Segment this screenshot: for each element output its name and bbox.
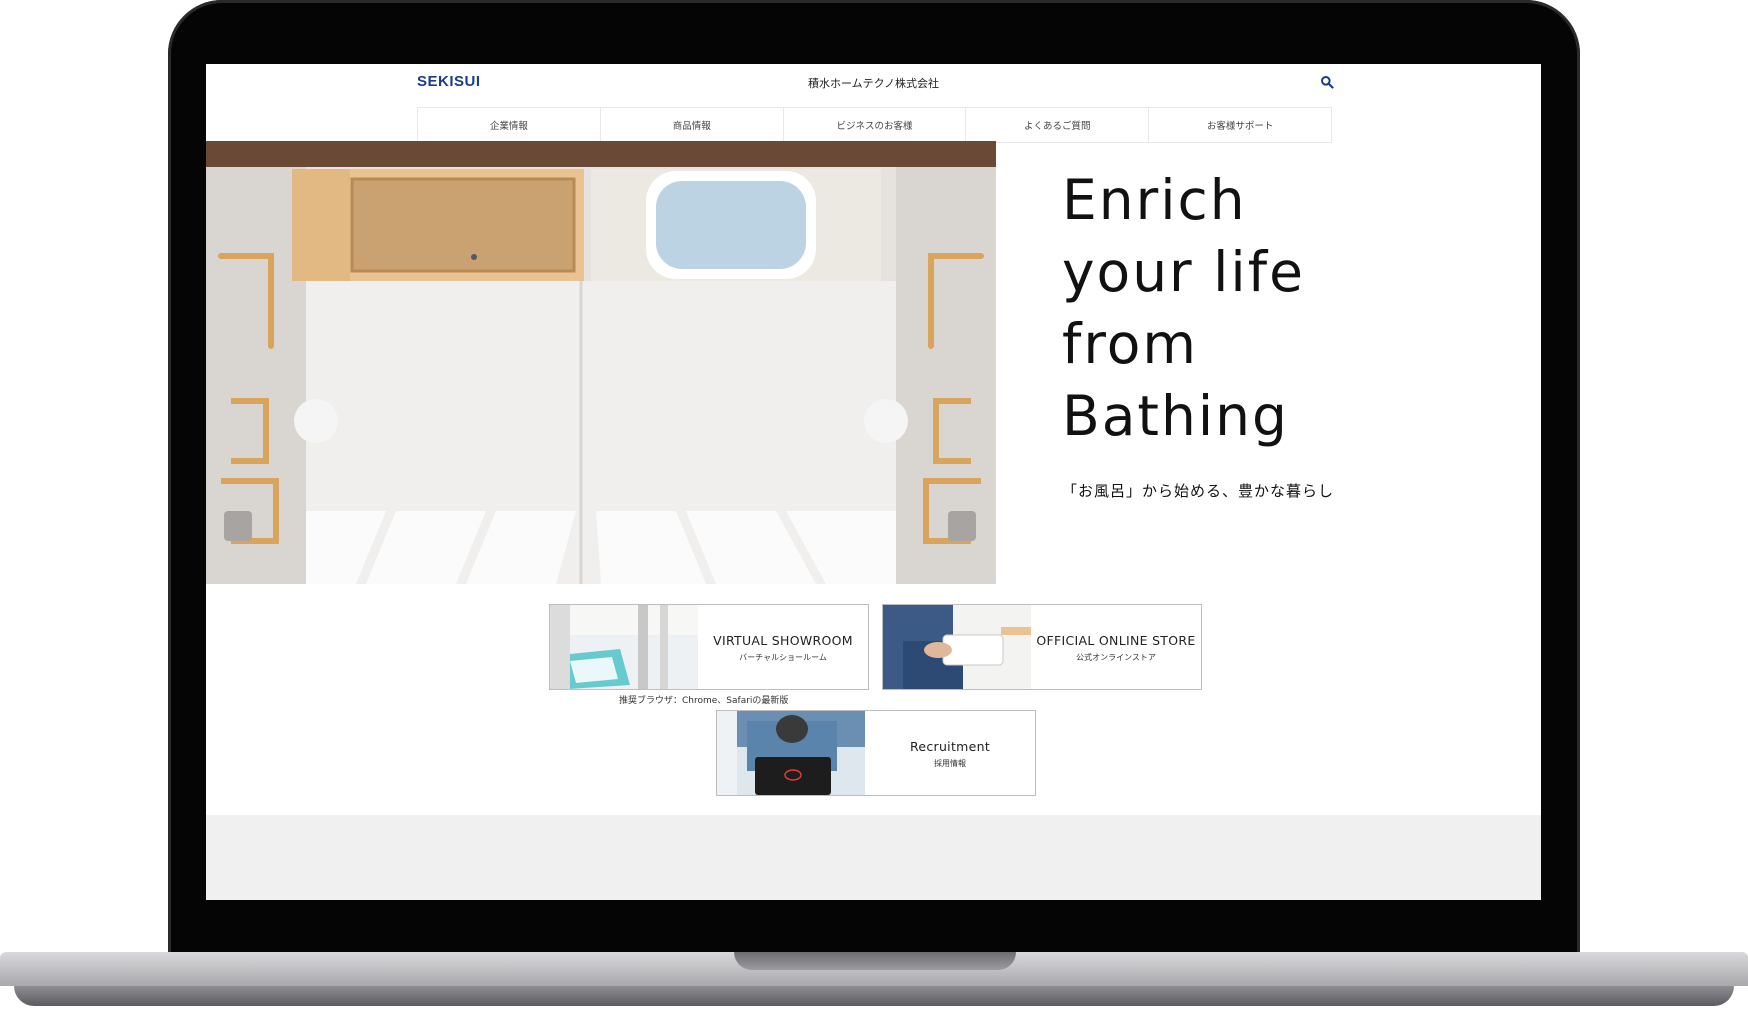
hero-headline: Enrich your life from Bathing <box>1062 168 1305 448</box>
recruitment-banner[interactable]: Recruitment 採用情報 <box>716 710 1036 796</box>
nav-item-products[interactable]: 商品情報 <box>599 108 783 142</box>
hero-subcopy: 「お風呂」から始める、豊かな暮らし <box>1062 482 1335 500</box>
virtual-showroom-banner[interactable]: VIRTUAL SHOWROOM バーチャルショールーム <box>549 604 869 690</box>
hero-bathroom-image <box>206 141 996 584</box>
recruitment-thumbnail <box>717 711 865 795</box>
online-store-banner[interactable]: OFFICIAL ONLINE STORE 公式オンラインストア <box>882 604 1202 690</box>
nav-item-faq[interactable]: よくあるご質問 <box>965 108 1148 142</box>
laptop-base <box>0 952 1748 1012</box>
bathroom-topview-illustration <box>206 141 996 584</box>
search-icon[interactable] <box>1320 75 1334 89</box>
showroom-subtitle: バーチャルショールーム <box>739 653 827 662</box>
browser-screen: SEKISUI 積水ホームテクノ株式会社 企業情報 商品情報 ビジネスのお客様 … <box>206 64 1541 900</box>
store-subtitle: 公式オンラインストア <box>1076 653 1156 662</box>
nav-item-company[interactable]: 企業情報 <box>417 108 600 142</box>
laptop-base-bottom <box>14 986 1734 1006</box>
showroom-thumbnail <box>550 605 698 689</box>
recruitment-title: Recruitment <box>909 739 991 754</box>
company-name: 積水ホームテクノ株式会社 <box>807 77 939 90</box>
store-title: OFFICIAL ONLINE STORE <box>1036 633 1196 648</box>
global-nav: 企業情報 商品情報 ビジネスのお客様 よくあるご質問 お客様サポート <box>417 107 1332 143</box>
nav-item-support[interactable]: お客様サポート <box>1148 108 1332 142</box>
hero-copy: Enrich your life from Bathing 「お風呂」から始める… <box>1062 164 1482 501</box>
recommended-browser-note: 推奨ブラウザ：Chrome、Safariの最新版 <box>619 696 789 706</box>
nav-item-business[interactable]: ビジネスのお客様 <box>782 108 966 142</box>
recruitment-subtitle: 採用情報 <box>934 759 966 768</box>
footer-band <box>206 815 1541 900</box>
online-store-thumbnail <box>883 605 1031 689</box>
showroom-title: VIRTUAL SHOWROOM <box>713 633 853 648</box>
laptop-notch <box>734 952 1016 970</box>
